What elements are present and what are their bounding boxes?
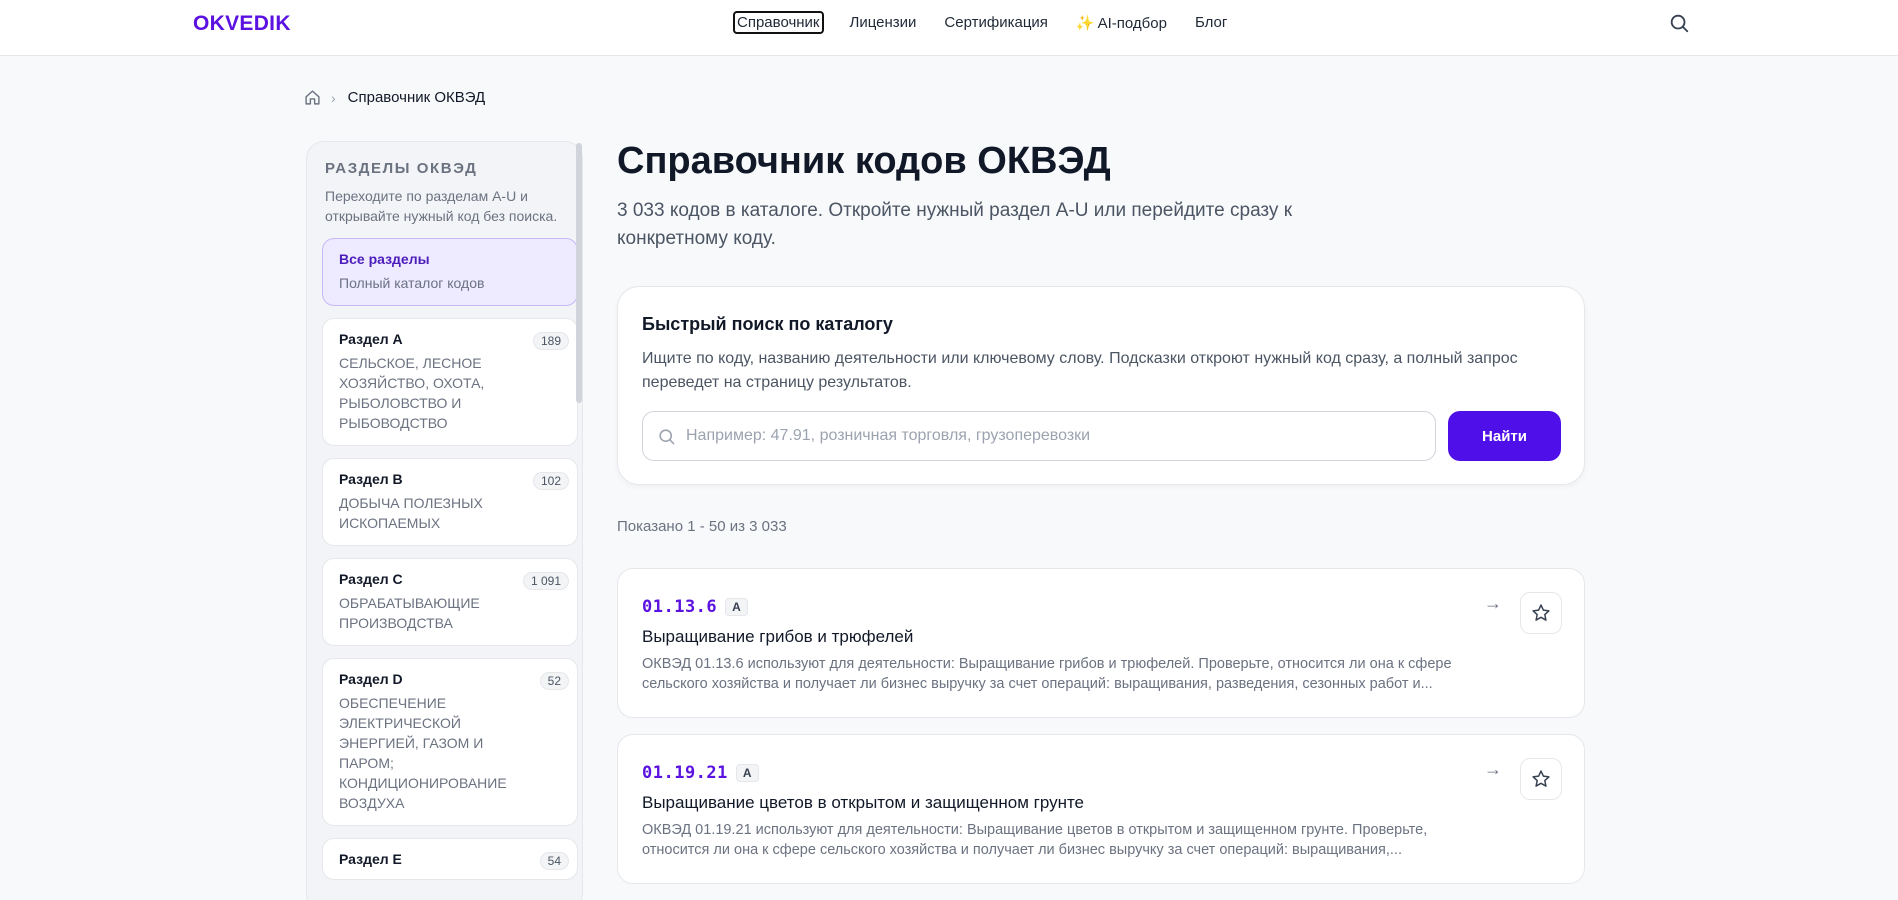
nav-item-ai-label: AI-подбор [1097, 14, 1167, 32]
logo[interactable]: OKVEDIK [193, 12, 291, 36]
sidebar-item-sub: ДОБЫЧА ПОЛЕЗНЫХ ИСКОПАЕМЫХ [339, 495, 483, 531]
top-navigation-bar: OKVEDIK Справочник Лицензии Сертификация… [0, 0, 1898, 56]
sidebar-item-section-d[interactable]: Раздел D ОБЕСПЕЧЕНИЕ ЭЛЕКТРИЧЕСКОЙ ЭНЕРГ… [322, 658, 578, 826]
search-field[interactable] [642, 411, 1436, 461]
sidebar-item-section-b[interactable]: Раздел B ДОБЫЧА ПОЛЕЗНЫХ ИСКОПАЕМЫХ 102 [322, 458, 578, 546]
sidebar-item-sub: ОБРАБАТЫВАЮЩИЕ ПРОИЗВОДСТВА [339, 595, 480, 631]
home-icon[interactable] [304, 89, 321, 106]
chevron-right-icon: › [331, 89, 336, 106]
search-input[interactable] [686, 413, 1426, 459]
sparkle-icon: ✨ [1075, 14, 1095, 32]
nav-item-blog[interactable]: Блог [1193, 13, 1229, 32]
find-button[interactable]: Найти [1448, 411, 1561, 461]
okved-code[interactable]: 01.13.6 [642, 597, 717, 617]
star-icon [1532, 770, 1550, 787]
header-search-button[interactable] [1668, 12, 1692, 36]
result-description: ОКВЭД 01.13.6 используют для деятельност… [642, 656, 1452, 692]
nav-item-ai-selection[interactable]: ✨ AI-подбор [1074, 13, 1169, 33]
quick-search-card: Быстрый поиск по каталогу Ищите по коду,… [617, 286, 1585, 485]
arrow-right-icon[interactable]: → [1484, 759, 1502, 780]
nav-item-reference[interactable]: Справочник [733, 11, 824, 34]
sidebar-item-name: Раздел E [339, 851, 402, 867]
sidebar-item-section-e[interactable]: Раздел E 54 [322, 838, 578, 880]
results-count: Показано 1 - 50 из 3 033 [617, 518, 787, 535]
nav-item-certification[interactable]: Сертификация [942, 13, 1049, 32]
search-description: Ищите по коду, названию деятельности или… [642, 350, 1518, 391]
sidebar-item-section-c[interactable]: Раздел C ОБРАБАТЫВАЮЩИЕ ПРОИЗВОДСТВА 1 0… [322, 558, 578, 646]
sidebar-item-name: Все разделы [339, 251, 430, 267]
sidebar-item-name: Раздел D [339, 671, 403, 687]
result-title[interactable]: Выращивание цветов в открытом и защищенн… [642, 793, 1084, 813]
breadcrumb: › Справочник ОКВЭД [304, 89, 485, 106]
result-card[interactable]: 01.19.21 A Выращивание цветов в открытом… [617, 734, 1585, 884]
sidebar-item-sub: ОБЕСПЕЧЕНИЕ ЭЛЕКТРИЧЕСКОЙ ЭНЕРГИЕЙ, ГАЗО… [339, 695, 507, 811]
sidebar-item-sub: СЕЛЬСКОЕ, ЛЕСНОЕ ХОЗЯЙСТВО, ОХОТА, РЫБОЛ… [339, 355, 485, 431]
sidebar-item-name: Раздел A [339, 331, 403, 347]
page-subtitle: 3 033 кодов в каталоге. Откройте нужный … [617, 200, 1293, 249]
search-icon [659, 429, 675, 445]
search-heading: Быстрый поиск по каталогу [642, 314, 893, 334]
sidebar-title: РАЗДЕЛЫ ОКВЭД [325, 160, 478, 177]
result-description: ОКВЭД 01.19.21 используют для деятельнос… [642, 822, 1428, 858]
arrow-right-icon[interactable]: → [1484, 593, 1502, 614]
breadcrumb-current: Справочник ОКВЭД [347, 89, 486, 106]
sidebar-item-name: Раздел B [339, 471, 403, 487]
count-badge: 1 091 [522, 572, 569, 590]
section-badge: A [735, 764, 759, 782]
result-card[interactable]: 01.13.6 A Выращивание грибов и трюфелей … [617, 568, 1585, 718]
main-nav: Справочник Лицензии Сертификация ✨ AI-под… [733, 11, 1253, 34]
count-badge: 189 [532, 332, 569, 350]
page-title: Справочник кодов ОКВЭД [617, 140, 1111, 182]
count-badge: 54 [539, 852, 569, 870]
count-badge: 102 [532, 472, 569, 490]
count-badge: 52 [539, 672, 569, 690]
okved-code[interactable]: 01.19.21 [642, 763, 728, 783]
sections-sidebar: РАЗДЕЛЫ ОКВЭД Переходите по разделам A-U… [306, 141, 583, 900]
section-badge: A [725, 598, 748, 616]
sidebar-item-sub: Полный каталог кодов [339, 275, 485, 291]
search-icon [1670, 14, 1689, 33]
sidebar-item-all-sections[interactable]: Все разделы Полный каталог кодов [322, 238, 578, 306]
sidebar-item-section-a[interactable]: Раздел A СЕЛЬСКОЕ, ЛЕСНОЕ ХОЗЯЙСТВО, ОХО… [322, 318, 578, 446]
star-icon [1532, 604, 1550, 621]
nav-item-licenses[interactable]: Лицензии [848, 13, 919, 32]
result-title[interactable]: Выращивание грибов и трюфелей [642, 627, 913, 647]
sidebar-description: Переходите по разделам A-U и открывайте … [325, 188, 558, 224]
favorite-button[interactable] [1520, 758, 1562, 800]
sidebar-scrollbar[interactable] [576, 143, 582, 403]
favorite-button[interactable] [1520, 592, 1562, 634]
